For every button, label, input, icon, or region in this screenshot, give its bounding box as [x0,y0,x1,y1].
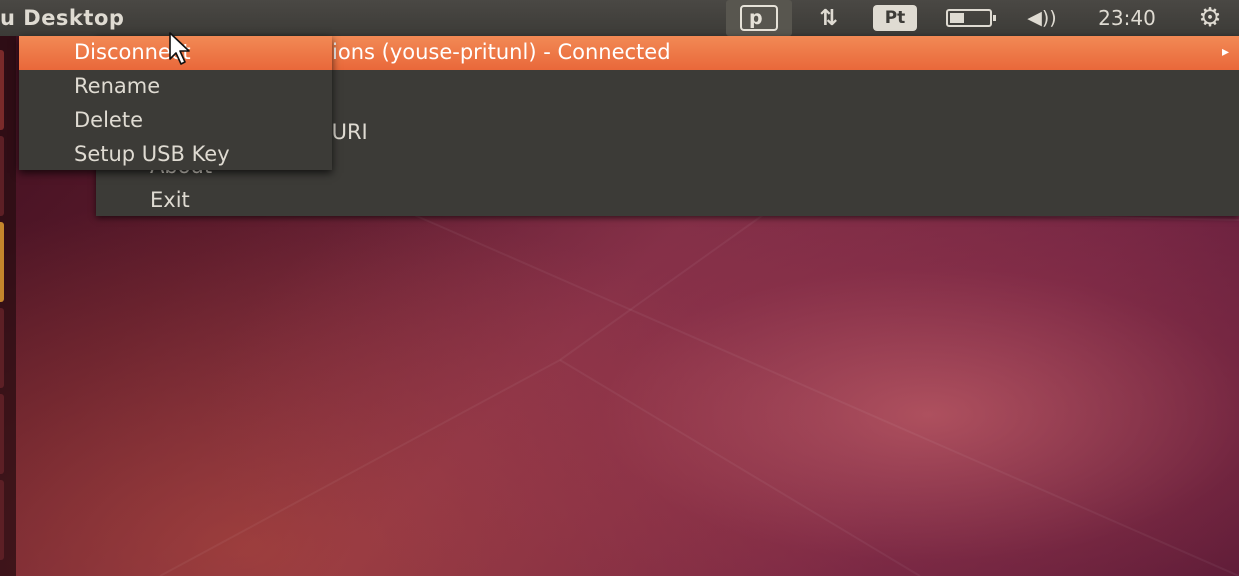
system-menu-indicator[interactable]: ⚙ [1188,0,1232,36]
launcher [0,36,16,576]
gear-icon: ⚙ [1198,3,1222,33]
launcher-tile[interactable] [0,480,4,560]
active-app-title: u Desktop [0,6,125,30]
submenu-item-setup-usb-key[interactable]: Setup USB Key [19,138,332,172]
launcher-tile[interactable] [0,222,4,302]
battery-icon [946,9,996,27]
launcher-tile[interactable] [0,136,4,216]
network-transfer-icon: ⇅ [819,5,838,31]
launcher-tile[interactable] [0,308,4,388]
pritunl-icon: p [740,5,778,31]
sound-indicator[interactable]: ◀)) [1016,0,1068,36]
keyboard-indicator[interactable]: Pt [872,0,918,36]
mouse-pointer-icon [169,32,190,65]
battery-indicator[interactable] [940,0,998,36]
keyboard-layout-badge: Pt [873,5,917,31]
network-indicator[interactable]: ⇅ [806,0,848,36]
submenu-item-delete[interactable]: Delete [19,104,332,138]
launcher-tile[interactable] [0,394,4,474]
clock[interactable]: 23:40 [1082,0,1172,36]
pritunl-indicator[interactable]: p [726,0,792,36]
submenu-item-rename[interactable]: Rename [19,70,332,104]
launcher-tile[interactable] [0,50,4,130]
submenu-arrow-icon: ▸ [1221,44,1229,60]
menu-item-exit[interactable]: Exit [150,188,190,212]
volume-icon: ◀)) [1027,7,1057,29]
